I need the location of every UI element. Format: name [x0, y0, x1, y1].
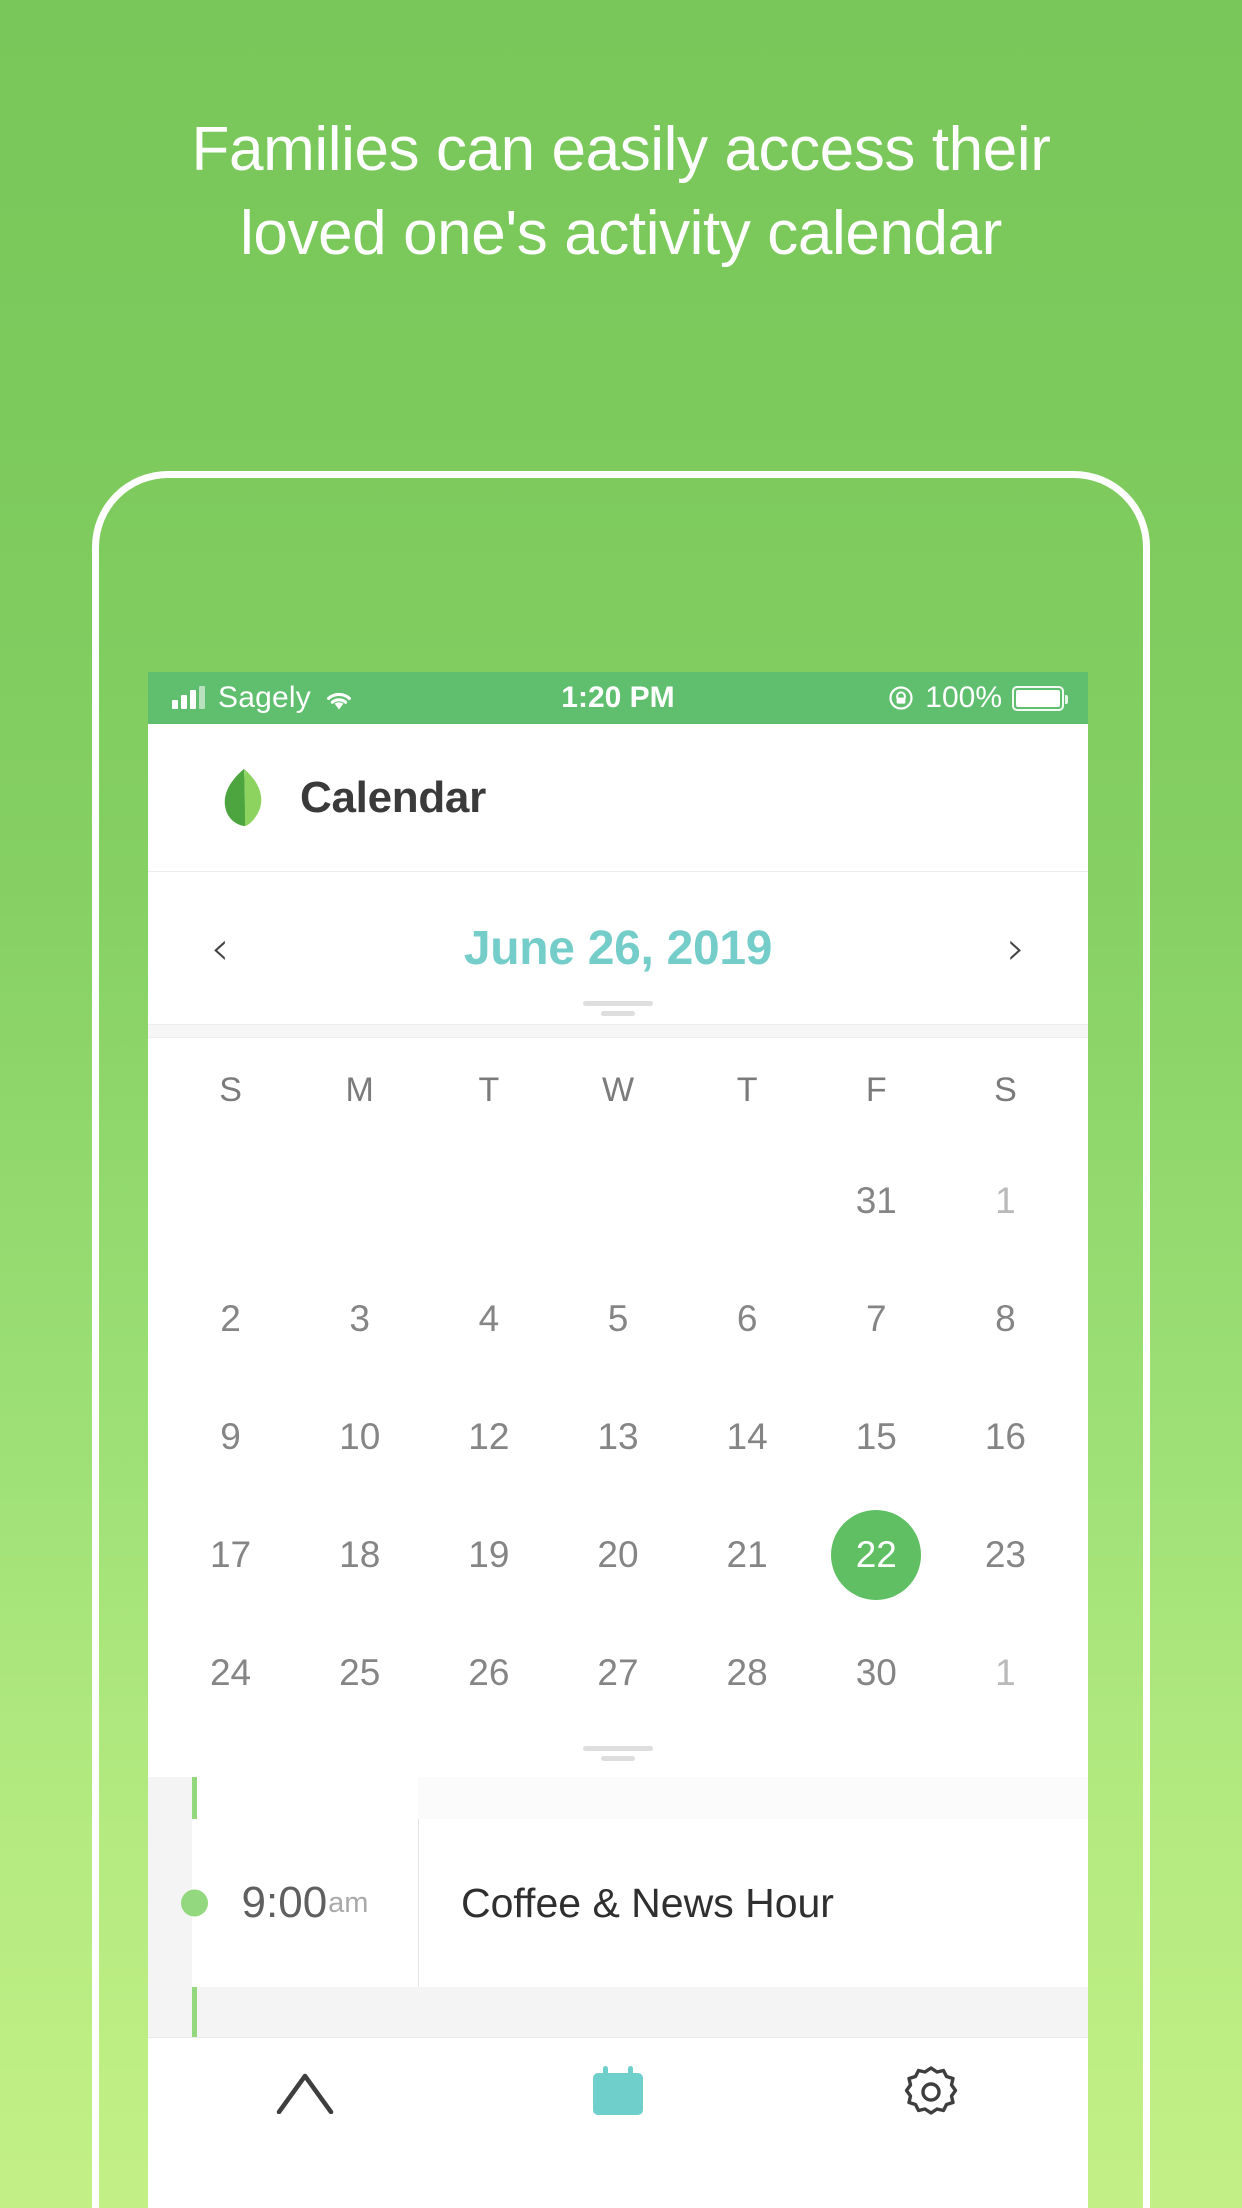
calendar-day-cell[interactable]: 27: [553, 1614, 682, 1732]
calendar-day-cell[interactable]: 28: [683, 1614, 812, 1732]
event-time: 9:00 am: [192, 1819, 419, 1987]
date-navigation-bar: ‹ June 26, 2019 ›: [148, 872, 1088, 1024]
calendar-day-cell[interactable]: 31: [812, 1142, 941, 1260]
calendar-day-cell[interactable]: 21: [683, 1496, 812, 1614]
calendar-icon: [589, 2066, 647, 2116]
calendar-day-cell[interactable]: 10: [295, 1378, 424, 1496]
calendar-day-cell[interactable]: [553, 1142, 682, 1260]
calendar-day-cell[interactable]: 1: [941, 1614, 1070, 1732]
status-bar: Sagely 1:20 PM 100%: [148, 672, 1088, 724]
calendar-day-cell[interactable]: [424, 1142, 553, 1260]
battery-full-icon: [1012, 685, 1068, 711]
calendar-day-cell[interactable]: 17: [166, 1496, 295, 1614]
agenda-event-row[interactable]: 9:00 am Coffee & News Hour: [181, 1819, 1088, 1987]
signal-bars-icon: [172, 686, 205, 709]
date-nav-grabber[interactable]: [148, 1001, 1088, 1016]
tab-settings[interactable]: [775, 2064, 1088, 2118]
grabber-bar-wide: [583, 1001, 653, 1006]
app-screen: Sagely 1:20 PM 100% Calendar ‹ June 26, …: [148, 672, 1088, 2208]
calendar-day-cell[interactable]: 2: [166, 1260, 295, 1378]
current-date-label[interactable]: June 26, 2019: [464, 921, 773, 976]
calendar-day-cell[interactable]: 14: [683, 1378, 812, 1496]
status-bar-right: 100%: [887, 681, 1068, 715]
app-title: Calendar: [300, 772, 486, 822]
calendar-day-cell[interactable]: 30: [812, 1614, 941, 1732]
calendar-week-row: 2 3 4 5 6 7 8: [166, 1260, 1070, 1378]
status-bar-left: Sagely: [172, 681, 354, 715]
rotation-lock-icon: [887, 684, 915, 712]
grabber-bar-narrow: [601, 1011, 635, 1016]
weekday-label: S: [994, 1070, 1017, 1109]
promo-headline: Families can easily access their loved o…: [191, 115, 1051, 268]
calendar-day-cell[interactable]: 26: [424, 1614, 553, 1732]
promo-canvas: Families can easily access their loved o…: [0, 0, 1242, 2208]
calendar-week-row: 24 25 26 27 28 30 1: [166, 1614, 1070, 1732]
calendar-day-cell[interactable]: 12: [424, 1378, 553, 1496]
calendar-day-cell[interactable]: [166, 1142, 295, 1260]
event-time-meridiem: am: [328, 1886, 369, 1919]
tab-home[interactable]: [148, 2068, 461, 2114]
weekday-label: S: [219, 1070, 242, 1109]
grabber-bar-narrow: [601, 1756, 635, 1761]
calendar-day-cell[interactable]: 19: [424, 1496, 553, 1614]
agenda-bottom-gap: [192, 1987, 1088, 2031]
calendar-day-cell[interactable]: 6: [683, 1260, 812, 1378]
calendar-day-cell[interactable]: [295, 1142, 424, 1260]
bottom-tab-bar: [148, 2037, 1088, 2144]
calendar-week-row: 31 1: [166, 1142, 1070, 1260]
calendar-week-row: 9 10 12 13 14 15 16: [166, 1378, 1070, 1496]
calendar-day-cell[interactable]: 18: [295, 1496, 424, 1614]
calendar-day-cell[interactable]: 13: [553, 1378, 682, 1496]
calendar-day-cell[interactable]: 4: [424, 1260, 553, 1378]
weekday-label: T: [478, 1070, 500, 1109]
calendar-day-cell[interactable]: 15: [812, 1378, 941, 1496]
calendar-day-cell[interactable]: 7: [812, 1260, 941, 1378]
weekday-label: F: [865, 1070, 887, 1109]
calendar-day-cell-selected[interactable]: 22: [812, 1496, 941, 1614]
grabber-bar-wide: [583, 1746, 653, 1751]
app-header: Calendar: [148, 724, 1088, 872]
event-time-hour: 9:00: [241, 1878, 328, 1927]
weekday-label: W: [601, 1070, 635, 1109]
calendar-day-cell[interactable]: 1: [941, 1142, 1070, 1260]
carrier-label: Sagely: [218, 681, 311, 714]
settings-gear-icon: [903, 2064, 959, 2118]
agenda-list: 9:00 am Coffee & News Hour: [148, 1777, 1088, 2037]
calendar-day-cell[interactable]: 3: [295, 1260, 424, 1378]
home-icon: [273, 2068, 337, 2114]
calendar-day-cell[interactable]: [683, 1142, 812, 1260]
event-title: Coffee & News Hour: [461, 1879, 834, 1926]
wifi-icon: [324, 686, 354, 710]
sagely-leaf-logo-icon: [214, 767, 270, 829]
weekday-label: T: [736, 1070, 758, 1109]
header-divider: [148, 1024, 1088, 1038]
calendar-weekday-header: S M T W T F S: [166, 1038, 1070, 1142]
tab-calendar[interactable]: [461, 2066, 774, 2116]
calendar-grid: S M T W T F S 31 1 2 3 4 5 6 7 8 9 10 12…: [148, 1038, 1088, 1777]
calendar-day-cell[interactable]: 9: [166, 1378, 295, 1496]
calendar-day-cell[interactable]: 23: [941, 1496, 1070, 1614]
calendar-day-cell[interactable]: 8: [941, 1260, 1070, 1378]
calendar-day-cell[interactable]: 16: [941, 1378, 1070, 1496]
calendar-day-cell[interactable]: 5: [553, 1260, 682, 1378]
calendar-day-cell[interactable]: 20: [553, 1496, 682, 1614]
chevron-right-icon[interactable]: ›: [992, 925, 1040, 971]
battery-percent-label: 100%: [925, 681, 1002, 714]
calendar-grabber[interactable]: [166, 1732, 1070, 1777]
calendar-day-cell[interactable]: 24: [166, 1614, 295, 1732]
calendar-day-cell[interactable]: 25: [295, 1614, 424, 1732]
weekday-label: M: [345, 1070, 374, 1109]
agenda-top-spacer: [192, 1777, 1088, 1819]
calendar-week-row: 17 18 19 20 21 22 23: [166, 1496, 1070, 1614]
chevron-left-icon[interactable]: ‹: [196, 925, 244, 971]
event-dot-icon: [181, 1889, 208, 1917]
